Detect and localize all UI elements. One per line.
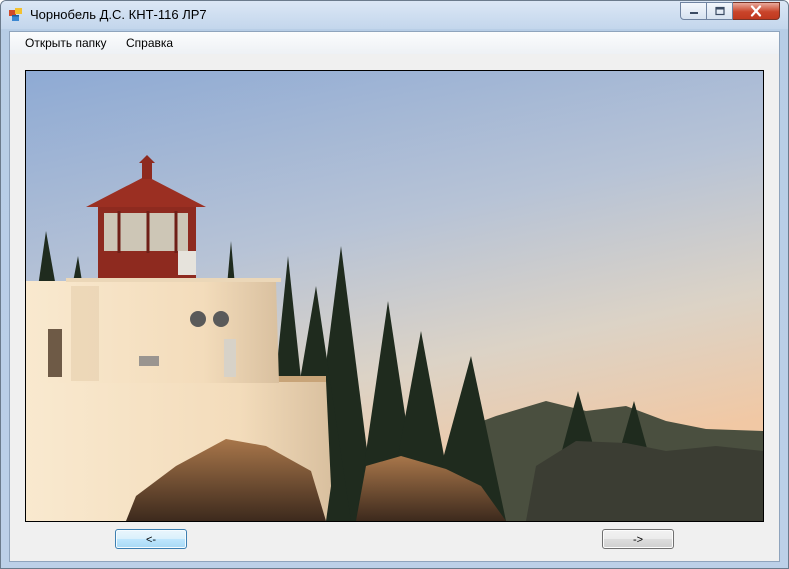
minimize-icon bbox=[689, 12, 698, 14]
client-area: Открыть папку Справка <- -> bbox=[9, 31, 780, 562]
lighthouse-photo bbox=[26, 71, 763, 521]
minimize-button[interactable] bbox=[680, 2, 707, 20]
window-title: Чорнобель Д.С. КНТ-116 ЛР7 bbox=[30, 7, 207, 22]
close-icon bbox=[750, 5, 762, 17]
picture-box bbox=[25, 70, 764, 522]
close-button[interactable] bbox=[733, 2, 780, 20]
menu-help[interactable]: Справка bbox=[124, 36, 175, 50]
menu-bar: Открыть папку Справка bbox=[10, 32, 779, 54]
maximize-icon bbox=[714, 6, 725, 16]
menu-open-folder[interactable]: Открыть папку bbox=[23, 36, 109, 50]
maximize-button[interactable] bbox=[707, 2, 733, 20]
main-window: Чорнобель Д.С. КНТ-116 ЛР7 Открыть папку… bbox=[0, 0, 789, 569]
next-image-button[interactable]: -> bbox=[602, 529, 674, 549]
application-icon[interactable] bbox=[9, 8, 23, 22]
previous-image-button[interactable]: <- bbox=[115, 529, 187, 549]
title-bar[interactable]: Чорнобель Д.С. КНТ-116 ЛР7 bbox=[1, 1, 788, 29]
